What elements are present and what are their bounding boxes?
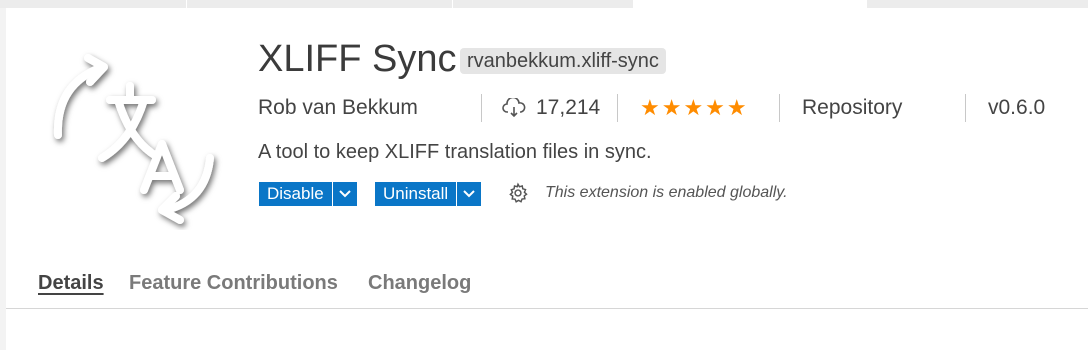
install-count: 17,214 xyxy=(502,94,600,122)
separator xyxy=(779,94,780,122)
translate-icon xyxy=(53,54,214,224)
chevron-down-icon[interactable] xyxy=(456,182,481,206)
tab-feature-contributions[interactable]: Feature Contributions xyxy=(129,272,338,295)
disable-button[interactable]: Disable xyxy=(259,182,357,206)
extension-title: XLIFF Sync xyxy=(258,38,457,80)
gear-icon[interactable] xyxy=(507,182,529,204)
uninstall-button[interactable]: Uninstall xyxy=(375,182,482,206)
enablement-status: This extension is enabled globally. xyxy=(545,184,788,201)
editor-tab[interactable] xyxy=(867,0,1088,8)
separator xyxy=(481,94,482,122)
extension-identifier: rvanbekkum.xliff-sync xyxy=(460,48,666,74)
rating-stars[interactable]: ★★★★★ xyxy=(640,94,749,122)
sidebar-edge xyxy=(0,8,6,350)
tab-details[interactable]: Details xyxy=(38,272,104,295)
repository-link[interactable]: Repository xyxy=(802,94,902,122)
uninstall-button-label: Uninstall xyxy=(383,184,449,203)
chevron-down-icon[interactable] xyxy=(331,182,357,206)
separator xyxy=(617,94,618,122)
publisher-name[interactable]: Rob van Bekkum xyxy=(258,94,418,122)
cloud-download-icon xyxy=(502,98,526,118)
editor-tab[interactable] xyxy=(453,0,634,8)
editor-tab[interactable] xyxy=(187,0,453,8)
tab-divider xyxy=(6,308,1088,309)
disable-button-label: Disable xyxy=(267,184,324,203)
tab-changelog[interactable]: Changelog xyxy=(368,272,471,295)
editor-tab-active[interactable] xyxy=(634,0,867,8)
separator xyxy=(965,94,966,122)
version-label: v0.6.0 xyxy=(988,96,1046,119)
editor-tab-strip xyxy=(0,0,1088,8)
install-count-value: 17,214 xyxy=(536,96,601,119)
extension-description: A tool to keep XLIFF translation files i… xyxy=(258,141,652,163)
editor-tab[interactable] xyxy=(0,0,187,8)
